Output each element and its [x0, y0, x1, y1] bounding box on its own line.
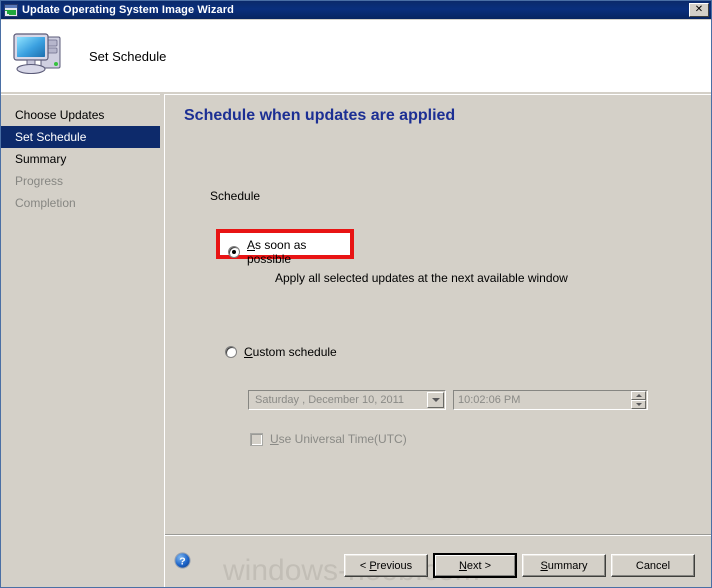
radio-custom-indicator[interactable]	[225, 346, 237, 358]
time-picker-value: 10:02:06 PM	[458, 394, 521, 406]
checkbox-use-utc-indicator	[250, 432, 263, 446]
svg-text:?: ?	[179, 555, 185, 567]
sidebar-item-completion: Completion	[15, 196, 76, 210]
sidebar-item-choose-updates[interactable]: Choose Updates	[1, 104, 160, 126]
plus-glyph	[9, 9, 16, 15]
caret-down-glyph	[431, 398, 440, 402]
caret-down-glyph	[635, 403, 642, 406]
sidebar-item-summary[interactable]: Summary	[1, 148, 160, 170]
spinner-down-icon[interactable]	[631, 400, 646, 409]
computer-icon	[11, 29, 67, 84]
title-bar: Update Operating System Image Wizard ✕	[1, 1, 711, 19]
close-icon[interactable]: ✕	[689, 3, 709, 17]
wizard-sidebar: Choose Updates Set Schedule Summary Prog…	[1, 94, 160, 587]
cancel-button-label: Cancel	[635, 559, 671, 572]
wizard-content-panel: Schedule when updates are applied Schedu…	[164, 94, 711, 587]
checkbox-use-utc: Use Universal Time(UTC)	[250, 432, 407, 446]
next-button[interactable]: Next >	[433, 553, 517, 578]
content-heading: Schedule when updates are applied	[184, 107, 456, 124]
cancel-button[interactable]: Cancel	[611, 554, 695, 577]
summary-button-label: Summary	[540, 559, 588, 572]
time-spinner[interactable]	[631, 391, 646, 409]
sidebar-item-progress: Progress	[15, 174, 64, 188]
radio-custom-label: Custom schedule	[244, 345, 337, 359]
radio-asap-accel: A	[247, 238, 256, 252]
previous-button[interactable]: < Previous	[344, 554, 428, 577]
summary-button[interactable]: Summary	[522, 554, 606, 577]
help-question-icon[interactable]: ?	[174, 552, 191, 574]
time-picker[interactable]: 10:02:06 PM	[453, 390, 648, 410]
radio-asap-label: As soon as possible	[247, 238, 350, 266]
checkbox-use-utc-text: se Universal Time(UTC)	[278, 432, 407, 446]
chevron-down-icon[interactable]	[427, 392, 444, 408]
header-banner: Set Schedule	[1, 20, 711, 92]
spinner-up-icon[interactable]	[631, 391, 646, 400]
caret-up-glyph	[635, 394, 642, 397]
date-picker-value: Saturday , December 10, 2011	[255, 394, 404, 406]
previous-button-label: < Previous	[359, 559, 413, 572]
radio-custom-schedule[interactable]: Custom schedule	[225, 345, 337, 359]
footer-divider	[165, 534, 711, 536]
date-picker[interactable]: Saturday , December 10, 2011	[248, 390, 446, 410]
checkbox-use-utc-label: Use Universal Time(UTC)	[270, 432, 407, 446]
wizard-window-icon	[4, 3, 18, 17]
schedule-group-label: Schedule	[210, 189, 261, 203]
radio-asap-indicator[interactable]	[228, 246, 240, 258]
wizard-window: Update Operating System Image Wizard ✕ S…	[0, 0, 712, 588]
window-title: Update Operating System Image Wizard	[22, 4, 234, 16]
asap-highlight-box: As soon as possible	[216, 229, 354, 266]
radio-asap[interactable]: As soon as possible	[228, 238, 350, 266]
radio-custom-accel: C	[244, 345, 253, 359]
next-button-label: Next >	[435, 555, 515, 576]
radio-custom-text: ustom schedule	[252, 345, 337, 359]
sidebar-item-set-schedule[interactable]: Set Schedule	[1, 126, 160, 148]
asap-description: Apply all selected updates at the next a…	[275, 271, 568, 285]
page-title: Set Schedule	[89, 48, 167, 64]
checkbox-use-utc-accel: U	[270, 432, 279, 446]
radio-asap-text: s soon as possible	[247, 238, 307, 266]
